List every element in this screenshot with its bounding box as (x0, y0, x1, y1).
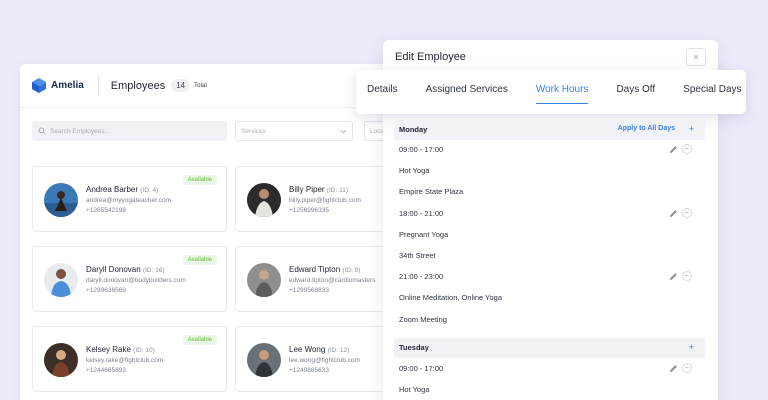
employee-email: andrea@myyogateacher.com (86, 197, 172, 204)
employee-email: lee.wong@fightclub.com (289, 357, 360, 364)
period-actions: – (669, 144, 692, 154)
employee-id: (ID: 12) (327, 347, 350, 354)
tab-details[interactable]: Details (367, 70, 398, 114)
remove-period-button[interactable]: – (682, 144, 692, 154)
day-header-tuesday[interactable]: Tuesday + (394, 338, 705, 358)
edit-icon[interactable] (669, 209, 678, 218)
logo-text: Amelia (51, 80, 84, 91)
period-service: Hot Yoga (399, 166, 430, 175)
add-period-icon[interactable]: + (689, 124, 694, 135)
period-actions: – (669, 363, 692, 373)
avatar (247, 343, 281, 377)
period-time: 09:00 - 17:00 (399, 145, 444, 154)
employee-card[interactable]: Kelsey Rake (ID: 10) kelsey.rake@fightcl… (32, 326, 227, 392)
services-select[interactable]: Services (235, 121, 353, 141)
period-actions: – (669, 208, 692, 218)
status-badge: Available (182, 255, 217, 265)
employee-name: Edward Tipton (289, 265, 341, 274)
filters-bar: Services Loca (32, 121, 440, 141)
employee-name: Billy Piper (289, 185, 325, 194)
period-time: 21:00 - 23:00 (399, 272, 444, 281)
employee-id: (ID: 11) (326, 187, 349, 194)
employee-email: kelsey.rake@fightclub.com (86, 357, 164, 364)
edit-icon[interactable] (669, 364, 678, 373)
modal-title: Edit Employee (395, 51, 466, 63)
tab-assigned-services[interactable]: Assigned Services (426, 70, 508, 114)
employee-phone: +1265542198 (86, 207, 126, 214)
tab-work-hours[interactable]: Work Hours (535, 70, 588, 114)
edit-icon[interactable] (669, 145, 678, 154)
status-badge: Available (182, 335, 217, 345)
employee-card[interactable]: Andrea Barber (ID: 4) andrea@myyogateach… (32, 166, 227, 232)
tab-special-days[interactable]: Special Days (683, 70, 741, 114)
avatar (247, 183, 281, 217)
period-location: Empire State Plaza (399, 187, 464, 196)
period-location: 34th Street (399, 251, 436, 260)
employee-name: Kelsey Rake (86, 345, 131, 354)
employee-card[interactable]: Daryll Donovan (ID: 16) daryll.donovan@b… (32, 246, 227, 312)
period-location: Zoom Meeting (399, 315, 447, 324)
employee-phone: +1244665893 (86, 367, 126, 374)
search-input[interactable] (50, 127, 220, 135)
avatar (247, 263, 281, 297)
status-badge: Available (182, 175, 217, 185)
day-name: Tuesday (399, 343, 429, 352)
header-divider (97, 75, 99, 96)
search-icon (38, 127, 46, 135)
employee-email: edward.tipton@cardiomasters (289, 277, 376, 284)
period-service: Pregnant Yoga (399, 230, 449, 239)
tab-days-off[interactable]: Days Off (616, 70, 655, 114)
employee-id: (ID: 4) (140, 187, 159, 194)
remove-period-button[interactable]: – (682, 208, 692, 218)
edit-icon[interactable] (669, 272, 678, 281)
day-name: Monday (399, 125, 428, 134)
period-service: Online Meditation, Online Yoga (399, 293, 502, 302)
employee-id: (ID: 10) (133, 347, 155, 354)
avatar (44, 183, 78, 217)
services-select-placeholder: Services (241, 127, 266, 135)
remove-period-button[interactable]: – (682, 363, 692, 373)
employee-phone: +1299636569 (86, 287, 126, 294)
employee-count-badge: 14 (171, 79, 191, 92)
avatar (44, 263, 78, 297)
period-time: 09:00 - 17:00 (399, 364, 444, 373)
employee-id: (ID: 16) (142, 267, 165, 274)
amelia-logo[interactable]: Amelia (32, 78, 84, 93)
close-button[interactable]: × (686, 48, 706, 66)
modal-tabs: Details Assigned Services Work Hours Day… (356, 70, 746, 114)
day-header-monday[interactable]: Monday Apply to All Days + (394, 120, 705, 140)
close-icon: × (693, 51, 699, 62)
apply-to-all-days-button[interactable]: Apply to All Days (618, 125, 675, 132)
search-box[interactable] (32, 121, 227, 141)
employee-phone: +1299568833 (289, 287, 329, 294)
employee-email: billy.piper@fightclub.com (289, 197, 361, 204)
employee-name: Lee Wong (289, 345, 326, 354)
page-title: Employees (110, 79, 166, 92)
period-service: Hot Yoga (399, 385, 430, 394)
employee-phone: +1249885633 (289, 367, 329, 374)
employee-email: daryll.donovan@bodybuilders.com (86, 277, 186, 284)
employee-phone: +1256996335 (289, 207, 329, 214)
remove-period-button[interactable]: – (682, 271, 692, 281)
employee-name: Andrea Barber (86, 185, 139, 194)
employee-count-suffix: Total (194, 82, 207, 89)
period-time: 18:00 - 21:00 (399, 209, 444, 218)
avatar (44, 343, 78, 377)
employee-id: (ID: 9) (342, 267, 361, 274)
period-actions: – (669, 271, 692, 281)
add-period-icon[interactable]: + (689, 342, 694, 353)
amelia-logo-icon (32, 78, 46, 93)
chevron-down-icon (340, 129, 347, 134)
location-select-placeholder: Loca (370, 127, 385, 135)
employees-window: Amelia Employees 14 Total Services Loca … (20, 64, 440, 400)
employee-name: Daryll Donovan (86, 265, 141, 274)
